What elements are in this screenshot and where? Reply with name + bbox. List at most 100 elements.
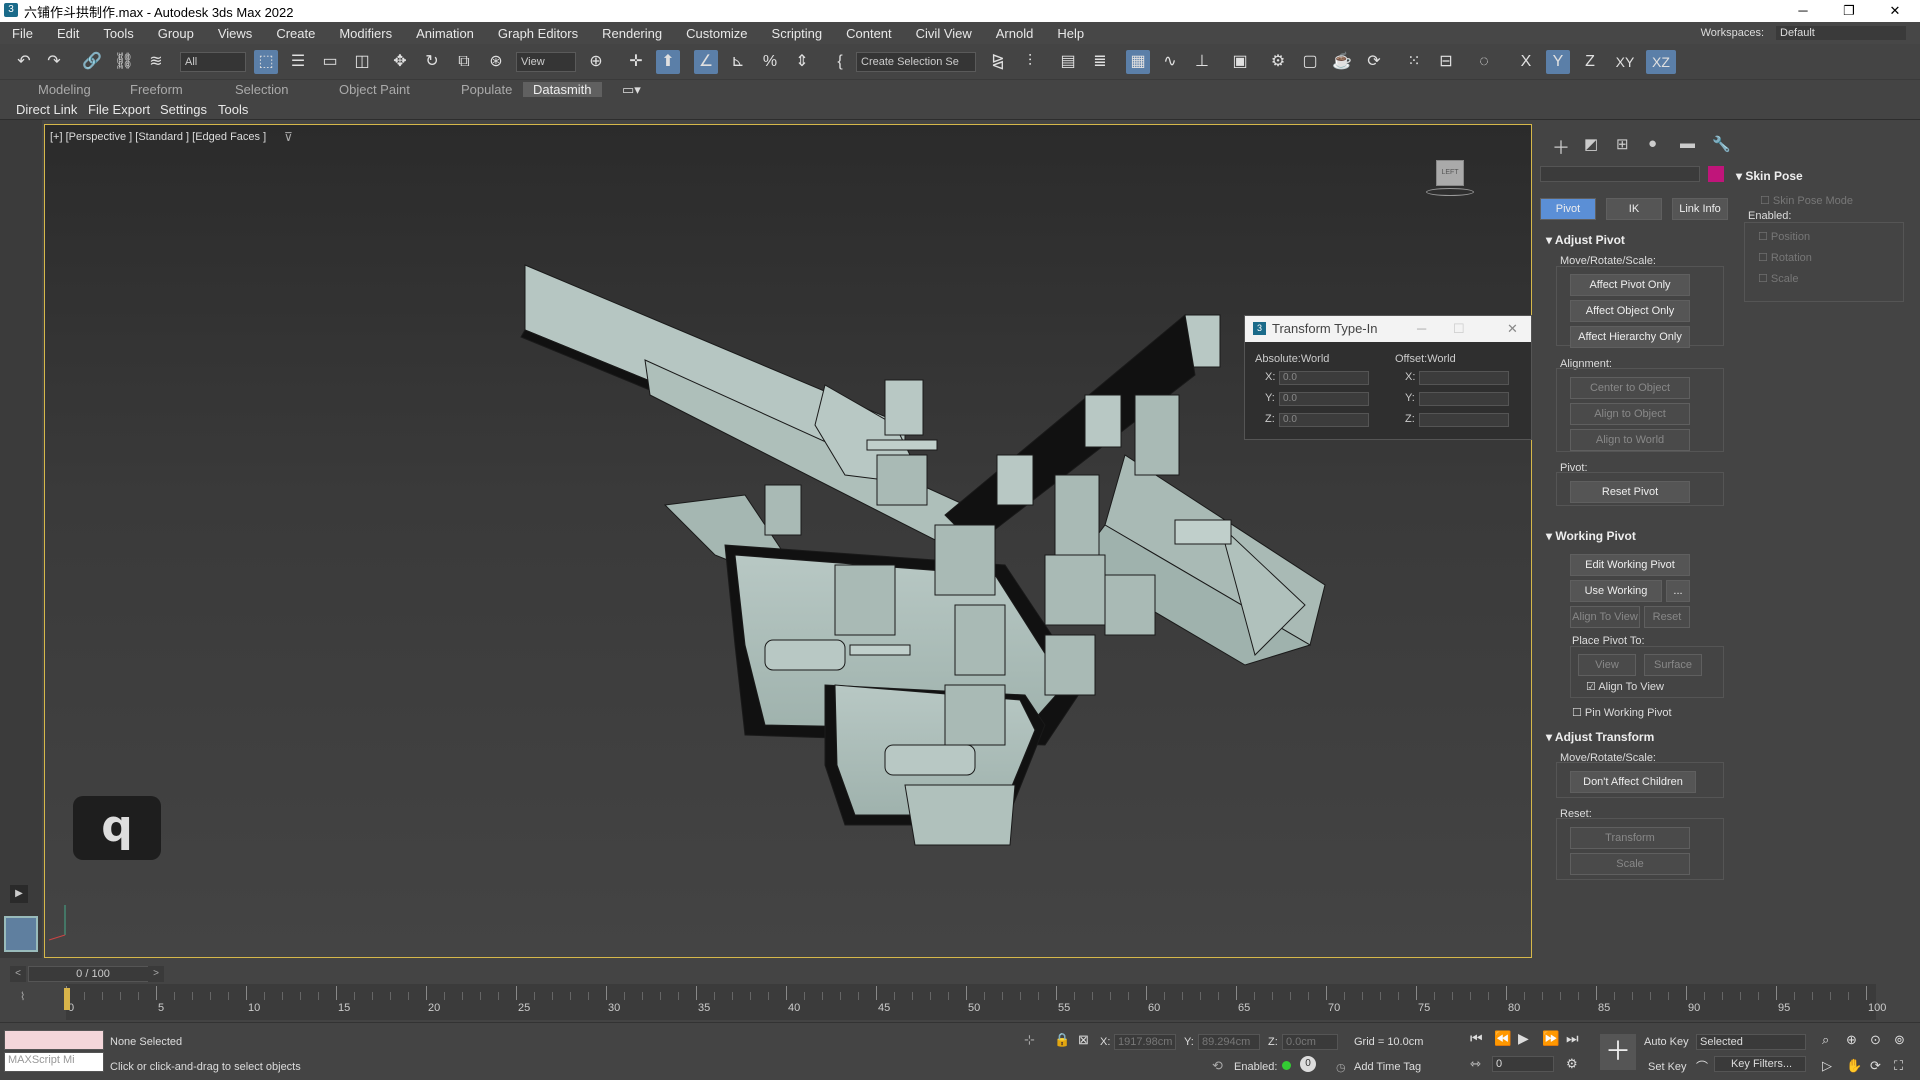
align-icon[interactable]: ⫶: [1018, 50, 1042, 74]
zoom-extents-icon[interactable]: ⊙: [1870, 1032, 1881, 1048]
menu-item-help[interactable]: Help: [1045, 26, 1096, 41]
align-to-object-button[interactable]: Align to Object: [1570, 403, 1690, 425]
direct-link-button[interactable]: Direct Link: [16, 102, 77, 117]
bind-spacewarp-icon[interactable]: ≋: [144, 50, 168, 74]
move-icon[interactable]: ✥: [388, 50, 412, 74]
off-z-field[interactable]: [1419, 413, 1509, 427]
auto-key-button[interactable]: Auto Key: [1644, 1036, 1689, 1048]
use-working-pivot-button[interactable]: Use Working Pivot: [1570, 580, 1662, 617]
restore-icon[interactable]: ❐: [1826, 0, 1872, 22]
affect-object-only-button[interactable]: Affect Object Only: [1570, 300, 1690, 322]
abs-x-field[interactable]: 0.0: [1279, 371, 1369, 385]
viewport-filter-icon[interactable]: ⊽: [284, 130, 293, 144]
edit-working-pivot-button[interactable]: Edit Working Pivot: [1570, 554, 1690, 576]
unlink-icon[interactable]: ⛓: [112, 50, 136, 74]
mirror-icon[interactable]: ⧎: [986, 50, 1010, 74]
tools-button[interactable]: Tools: [218, 102, 248, 117]
tab-pivot[interactable]: Pivot: [1540, 198, 1596, 220]
ribbon-tab-modeling[interactable]: Modeling: [38, 82, 91, 97]
key-filters-button[interactable]: Key Filters...: [1714, 1056, 1806, 1072]
pin-working-pivot-checkbox[interactable]: ☐ Pin Working Pivot: [1572, 706, 1672, 719]
ribbon-tab-populate[interactable]: Populate: [461, 82, 512, 97]
timeline-track[interactable]: 0 5 10 15 20 25 30 35 40 45 50 55 60 65 70 75 80 85 90 95 10…: [66, 984, 1886, 1020]
axis-xy-button[interactable]: XY: [1610, 50, 1640, 74]
play-icon[interactable]: ▶: [1518, 1030, 1529, 1047]
center-to-object-button[interactable]: Center to Object: [1570, 377, 1690, 399]
play-expand-icon[interactable]: ▶: [10, 885, 28, 903]
menu-item-arnold[interactable]: Arnold: [984, 26, 1046, 41]
manipulate-icon[interactable]: ✛: [624, 50, 648, 74]
prev-frame-icon[interactable]: <: [10, 966, 26, 982]
y-coord-field[interactable]: 89.294cm: [1198, 1034, 1260, 1050]
perspective-viewport[interactable]: [44, 124, 1532, 958]
x-coord-field[interactable]: 1917.98cm: [1114, 1034, 1176, 1050]
key-selection-select[interactable]: Selected: [1696, 1034, 1806, 1050]
maxscript-listener[interactable]: [4, 1030, 104, 1050]
rotate-icon[interactable]: ↻: [420, 50, 444, 74]
render-iterative-icon[interactable]: ⟳: [1362, 50, 1386, 74]
skin-pose-header[interactable]: ▾ Skin Pose: [1736, 169, 1803, 183]
snaps-toggle-icon[interactable]: ∠: [694, 50, 718, 74]
menu-item-create[interactable]: Create: [264, 26, 327, 41]
z-coord-field[interactable]: 0.0cm: [1282, 1034, 1338, 1050]
rendered-frame-icon[interactable]: ▢: [1298, 50, 1322, 74]
scene-explorer-icon[interactable]: ▤: [1056, 50, 1080, 74]
abs-y-field[interactable]: 0.0: [1279, 392, 1369, 406]
hierarchy-tab-icon[interactable]: ⊞: [1616, 135, 1629, 153]
scale-icon[interactable]: ⧉: [452, 50, 476, 74]
modify-tab-icon[interactable]: ◩: [1584, 135, 1598, 153]
display-tab-icon[interactable]: ▬: [1680, 135, 1695, 152]
time-slider[interactable]: 0 / 100: [28, 966, 158, 982]
motion-tab-icon[interactable]: ●: [1648, 135, 1657, 152]
percent-snap-icon[interactable]: %: [758, 50, 782, 74]
add-time-tag-button[interactable]: Add Time Tag: [1354, 1061, 1421, 1073]
window-crossing-icon[interactable]: ◫: [350, 50, 374, 74]
fov-icon[interactable]: ▷: [1822, 1058, 1832, 1074]
pivot-center-icon[interactable]: ⊕: [584, 50, 608, 74]
axis-xz-button[interactable]: XZ: [1646, 50, 1676, 74]
menu-item-file[interactable]: File: [0, 26, 45, 41]
affect-hierarchy-only-button[interactable]: Affect Hierarchy Only: [1570, 326, 1690, 348]
viewcube[interactable]: LEFT: [1426, 160, 1474, 200]
axis-z-button[interactable]: Z: [1578, 50, 1602, 74]
time-tag-icon[interactable]: 0: [1300, 1056, 1316, 1072]
menu-item-civil-view[interactable]: Civil View: [904, 26, 984, 41]
next-key-icon[interactable]: ⏩: [1542, 1030, 1559, 1047]
place-surface-button[interactable]: Surface: [1644, 654, 1702, 676]
menu-item-customize[interactable]: Customize: [674, 26, 759, 41]
settings-button[interactable]: Settings: [160, 102, 207, 117]
select-object-icon[interactable]: ⬚: [254, 50, 278, 74]
working-pivot-reset-button[interactable]: Reset: [1644, 606, 1690, 628]
dont-affect-children-button[interactable]: Don't Affect Children: [1570, 771, 1696, 793]
absolute-mode-icon[interactable]: ⊠: [1078, 1032, 1089, 1048]
time-config-icon[interactable]: ⚙: [1566, 1056, 1578, 1072]
isolate-icon[interactable]: ◌: [1472, 50, 1496, 74]
ruler-icon[interactable]: ⊟: [1434, 50, 1458, 74]
ribbon-tab-selection[interactable]: Selection: [235, 82, 288, 97]
maximize-viewport-icon[interactable]: ⛶: [1894, 1058, 1903, 1074]
ribbon-tab-datasmith[interactable]: Datasmith: [523, 82, 602, 97]
tab-link-info[interactable]: Link Info: [1672, 198, 1728, 220]
go-to-start-icon[interactable]: ⏮: [1470, 1030, 1483, 1047]
key-mode-icon[interactable]: ⇿: [1470, 1056, 1481, 1072]
axis-x-button[interactable]: X: [1514, 50, 1538, 74]
menu-item-rendering[interactable]: Rendering: [590, 26, 674, 41]
edit-named-sets-icon[interactable]: {: [828, 50, 852, 74]
viewcube-face[interactable]: LEFT: [1436, 160, 1464, 186]
dialog-header[interactable]: 3 Transform Type-In ─ ☐ ✕: [1245, 316, 1531, 342]
ribbon-tab-freeform[interactable]: Freeform: [130, 82, 183, 97]
orbit-icon[interactable]: ⟳: [1870, 1058, 1881, 1074]
viewport-layout-icon[interactable]: [4, 916, 38, 952]
keyboard-shortcut-icon[interactable]: ⬆: [656, 50, 680, 74]
zoom-icon[interactable]: ⌕: [1822, 1032, 1829, 1048]
adjust-transform-header[interactable]: ▾ Adjust Transform: [1546, 730, 1654, 744]
workspaces[interactable]: Workspaces: Default: [1697, 26, 1906, 40]
file-export-button[interactable]: File Export: [88, 102, 150, 117]
adaptive-degradation-icon[interactable]: ⟲: [1212, 1058, 1223, 1074]
place-icon[interactable]: ⊛: [484, 50, 508, 74]
set-key-button[interactable]: Set Key: [1648, 1061, 1687, 1073]
skin-rotation-checkbox[interactable]: ☐ Rotation: [1758, 251, 1812, 264]
layer-explorer-icon[interactable]: ≣: [1088, 50, 1112, 74]
place-view-button[interactable]: View: [1578, 654, 1636, 676]
menu-item-edit[interactable]: Edit: [45, 26, 91, 41]
